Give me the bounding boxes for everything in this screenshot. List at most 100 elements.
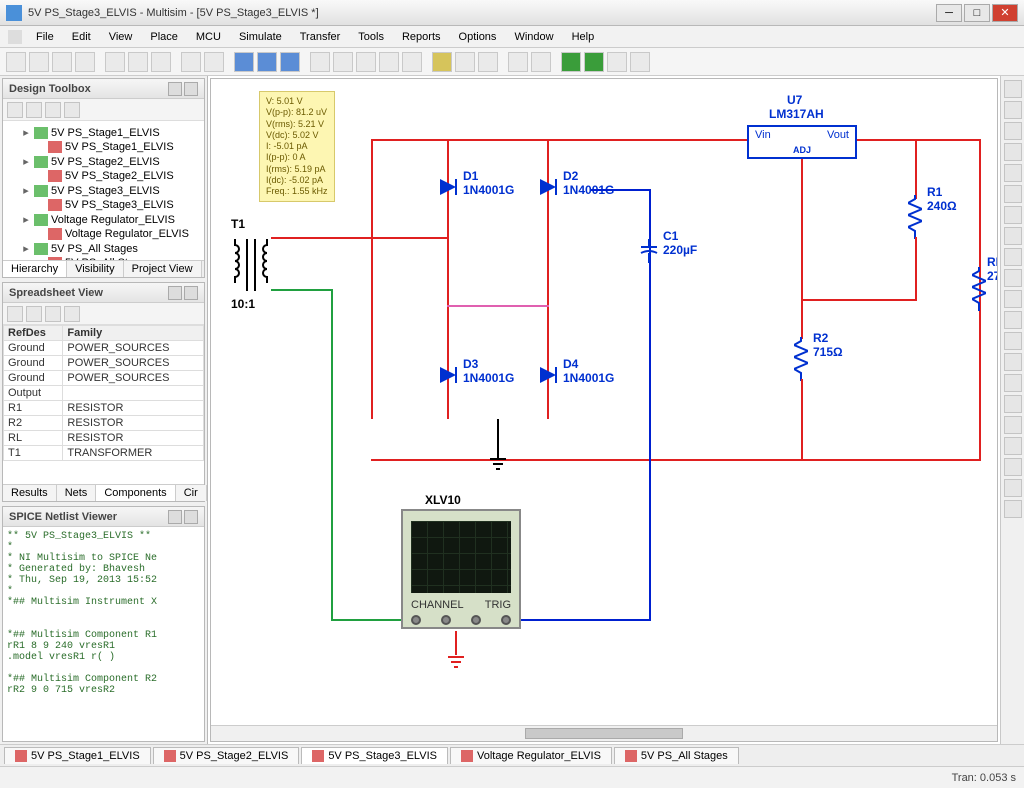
inst-freq-counter-icon[interactable] [1004, 206, 1022, 224]
oscilloscope-xlv10[interactable]: CHANNELTRIG [401, 509, 521, 629]
diode-d2[interactable] [536, 179, 560, 195]
panel-pin-icon[interactable] [168, 82, 182, 96]
horizontal-scrollbar[interactable] [211, 725, 997, 741]
scope-port-1[interactable] [411, 615, 421, 625]
panel-close-icon[interactable] [184, 510, 198, 524]
doctab-stage1[interactable]: 5V PS_Stage1_ELVIS [4, 747, 151, 764]
sheet-sort-icon[interactable] [45, 306, 61, 322]
inst-agilent-fg-icon[interactable] [1004, 374, 1022, 392]
scope-port-3[interactable] [471, 615, 481, 625]
menu-file[interactable]: File [28, 29, 62, 45]
panel-pin-icon[interactable] [168, 286, 182, 300]
tool-bus-icon[interactable] [356, 52, 376, 72]
col-refdes[interactable]: RefDes [4, 326, 63, 341]
doctab-vreg[interactable]: Voltage Regulator_ELVIS [450, 747, 612, 764]
tree-item[interactable]: 5V PS_Stage2_ELVIS [5, 169, 202, 183]
panel-close-icon[interactable] [184, 82, 198, 96]
tab-project-view[interactable]: Project View [124, 261, 202, 277]
sheet-columns-icon[interactable] [64, 306, 80, 322]
panel-pin-icon[interactable] [168, 510, 182, 524]
table-row[interactable]: GroundPOWER_SOURCES [4, 341, 204, 356]
inst-elvis-icon[interactable] [1004, 479, 1022, 497]
scope-port-2[interactable] [441, 615, 451, 625]
sheet-filter-icon[interactable] [26, 306, 42, 322]
tool-cut-icon[interactable] [105, 52, 125, 72]
tool-zoom-out-icon[interactable] [257, 52, 277, 72]
tool-copy-icon[interactable] [128, 52, 148, 72]
tab-cir[interactable]: Cir [176, 485, 207, 501]
menu-mcu[interactable]: MCU [188, 29, 229, 45]
tree-item[interactable]: 5V PS_Stage1_ELVIS [5, 140, 202, 154]
inst-bode-icon[interactable] [1004, 185, 1022, 203]
panel-close-icon[interactable] [184, 286, 198, 300]
tab-visibility[interactable]: Visibility [67, 261, 124, 277]
tree-item[interactable]: ▸Voltage Regulator_ELVIS [5, 212, 202, 227]
tree-item[interactable]: ▸5V PS_Stage2_ELVIS [5, 154, 202, 169]
tool-open-icon[interactable] [29, 52, 49, 72]
minimize-button[interactable]: ─ [936, 4, 962, 22]
inst-net-analyzer-icon[interactable] [1004, 353, 1022, 371]
tool-analysis-icon[interactable] [508, 52, 528, 72]
inst-agilent-mm-icon[interactable] [1004, 395, 1022, 413]
table-row[interactable]: GroundPOWER_SOURCES [4, 371, 204, 386]
diode-d3[interactable] [436, 367, 460, 383]
tool-stop-icon[interactable] [630, 52, 650, 72]
doctab-stage3[interactable]: 5V PS_Stage3_ELVIS [301, 747, 448, 764]
menu-options[interactable]: Options [451, 29, 505, 45]
tree-item[interactable]: 5V PS_Stage3_ELVIS [5, 198, 202, 212]
inst-wattmeter-icon[interactable] [1004, 122, 1022, 140]
menu-edit[interactable]: Edit [64, 29, 99, 45]
tab-nets[interactable]: Nets [57, 485, 97, 501]
tab-components[interactable]: Components [96, 485, 175, 501]
tool-probe-icon[interactable] [432, 52, 452, 72]
resistor-r2[interactable] [794, 337, 808, 381]
menu-place[interactable]: Place [142, 29, 186, 45]
inst-funcgen-icon[interactable] [1004, 101, 1022, 119]
save-file-icon[interactable] [45, 102, 61, 118]
tool-text-icon[interactable] [402, 52, 422, 72]
inst-labview-icon[interactable] [1004, 458, 1022, 476]
tree-item[interactable]: ▸5V PS_All Stages [5, 241, 202, 256]
tool-instrument-icon[interactable] [455, 52, 475, 72]
netlist-text[interactable]: ** 5V PS_Stage3_ELVIS ** * * NI Multisim… [3, 527, 204, 741]
maximize-button[interactable]: □ [964, 4, 990, 22]
open-file-icon[interactable] [26, 102, 42, 118]
inst-current-probe-icon[interactable] [1004, 500, 1022, 518]
tool-pause-icon[interactable] [607, 52, 627, 72]
inst-scope-icon[interactable] [1004, 143, 1022, 161]
tool-component-icon[interactable] [310, 52, 330, 72]
resistor-r1[interactable] [908, 195, 922, 239]
new-file-icon[interactable] [7, 102, 23, 118]
tool-undo-icon[interactable] [181, 52, 201, 72]
tool-postprocessor-icon[interactable] [531, 52, 551, 72]
inst-dist-analyzer-icon[interactable] [1004, 311, 1022, 329]
doctab-all[interactable]: 5V PS_All Stages [614, 747, 739, 764]
tool-grapher-icon[interactable] [478, 52, 498, 72]
menu-reports[interactable]: Reports [394, 29, 449, 45]
inst-spec-analyzer-icon[interactable] [1004, 332, 1022, 350]
inst-iv-icon[interactable] [1004, 290, 1022, 308]
table-row[interactable]: R2RESISTOR [4, 416, 204, 431]
transformer-t1[interactable] [227, 235, 275, 295]
tool-zoom-in-icon[interactable] [234, 52, 254, 72]
tool-print-icon[interactable] [75, 52, 95, 72]
inst-agilent-scope-icon[interactable] [1004, 416, 1022, 434]
tree-item[interactable]: ▸5V PS_Stage1_ELVIS [5, 125, 202, 140]
tool-save-icon[interactable] [52, 52, 72, 72]
tab-results[interactable]: Results [3, 485, 57, 501]
table-row[interactable]: T1TRANSFORMER [4, 446, 204, 461]
col-family[interactable]: Family [63, 326, 204, 341]
close-button[interactable]: ✕ [992, 4, 1018, 22]
inst-multimeter-icon[interactable] [1004, 80, 1022, 98]
tool-zoom-fit-icon[interactable] [280, 52, 300, 72]
menu-view[interactable]: View [101, 29, 141, 45]
tool-wire-icon[interactable] [333, 52, 353, 72]
inst-logic-analyzer-icon[interactable] [1004, 248, 1022, 266]
inst-tek-scope-icon[interactable] [1004, 437, 1022, 455]
table-row[interactable]: GroundPOWER_SOURCES [4, 356, 204, 371]
inst-logic-conv-icon[interactable] [1004, 269, 1022, 287]
diode-d1[interactable] [436, 179, 460, 195]
tree-item[interactable]: ▸5V PS_Stage3_ELVIS [5, 183, 202, 198]
design-tree[interactable]: ▸5V PS_Stage1_ELVIS5V PS_Stage1_ELVIS▸5V… [3, 121, 204, 260]
menu-help[interactable]: Help [564, 29, 603, 45]
